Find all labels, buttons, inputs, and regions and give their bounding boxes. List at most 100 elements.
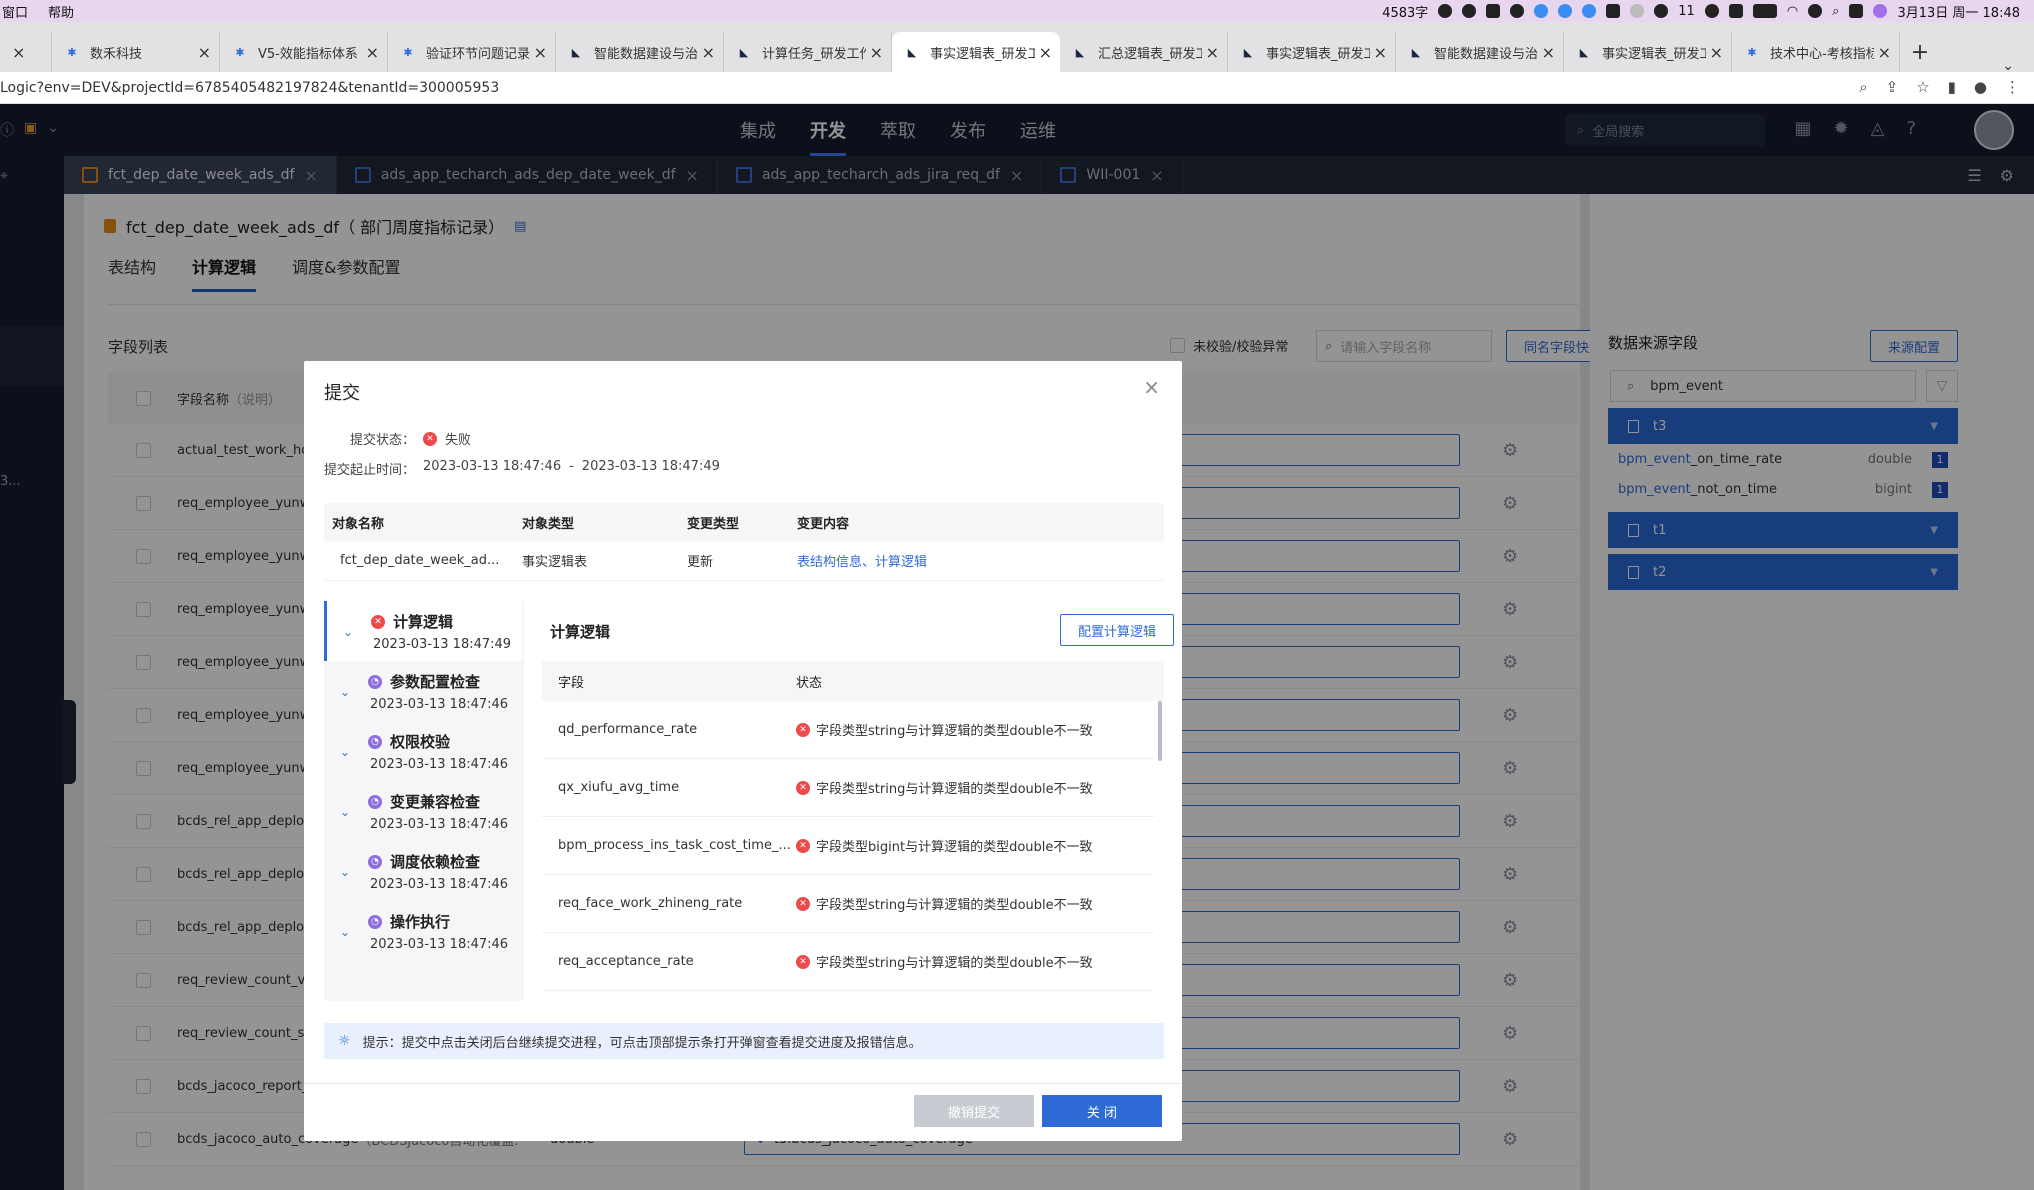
control-center-icon[interactable] [1849,4,1864,18]
new-tab-button[interactable]: + [1900,32,1940,72]
close-tab-icon[interactable]: × [1374,43,1387,62]
time-start: 2023-03-13 18:47:46 [423,459,562,474]
step-permission-check[interactable]: ⌄ ◔ 权限校验 2023-03-13 18:47:46 [324,721,522,781]
browser-tab[interactable]: ◣ 事实逻辑表_研发工 × [1228,32,1396,72]
browser-tab[interactable]: ✱ 验证环节问题记录 × [388,32,556,72]
object-table: 对象名称 对象类型 变更类型 变更内容 fct_dep_date_week_ad… [324,503,1164,581]
clock: 3月13日 周一 18:48 [1897,5,2020,21]
change-type: 更新 [687,555,714,570]
url-text[interactable]: Logic?env=DEV&projectId=6785405482197824… [0,80,499,96]
close-tab-icon[interactable]: × [1206,43,1219,62]
search-icon[interactable]: ⌕ [1832,4,1839,19]
chevron-down-icon: ⌄ [340,925,351,939]
status-icon[interactable] [1510,4,1525,18]
close-tab-icon[interactable]: × [198,43,211,62]
error-icon: ✕ [371,614,385,629]
profile-icon[interactable]: ● [1974,78,1987,96]
object-type: 事实逻辑表 [522,555,588,570]
close-tab-icon[interactable]: × [534,43,547,62]
favicon-icon: ✱ [403,45,413,59]
browser-tab[interactable]: × [0,32,52,72]
close-tab-icon[interactable]: × [1039,43,1052,62]
dingtalk-icon[interactable] [1534,4,1549,18]
clock-icon: ◔ [368,734,382,749]
close-tab-icon[interactable]: × [1878,43,1891,62]
browser-tab-active[interactable]: ◣ 事实逻辑表_研发工 × [892,32,1060,72]
browser-tab[interactable]: ◣ 计算任务_研发工作 × [724,32,892,72]
close-tab-icon[interactable]: × [870,43,883,62]
step-execute[interactable]: ⌄ ◔ 操作执行 2023-03-13 18:47:46 [324,901,522,961]
status-icon[interactable] [1654,4,1669,18]
browser-tab[interactable]: ✱ 数禾科技 × [52,32,220,72]
step-calc-logic[interactable]: ⌄ ✕ 计算逻辑 2023-03-13 18:47:49 [324,601,522,661]
os-menubar: 窗口 帮助 4583字 11 ◠ ⌕ 3月13日 周一 18:48 [0,0,2034,22]
close-tab-icon[interactable]: × [12,43,25,62]
config-logic-button[interactable]: 配置计算逻辑 [1060,614,1174,646]
share-icon[interactable]: ⇪ [1886,78,1899,96]
submit-dialog: 提交 × 提交状态： ✕ 失败 提交起止时间： 2023-03-13 18:47… [304,361,1182,1141]
favicon-icon: ◣ [907,45,917,59]
status-value: 失败 [445,433,472,448]
calc-logic-detail: 计算逻辑 配置计算逻辑 字段 状态 qd_performance_rate ✕ 字段… [542,601,1174,1001]
object-name: fct_dep_date_week_ad... [340,553,500,568]
favicon-icon: ◣ [571,45,581,59]
error-icon: ✕ [796,722,810,737]
browser-tab[interactable]: ✱ V5-效能指标体系 × [220,32,388,72]
user-icon[interactable] [1808,4,1823,18]
word-count: 4583字 [1382,5,1429,21]
notification-count[interactable]: 11 [1678,4,1695,19]
scrollbar[interactable] [1158,701,1162,761]
battery-icon[interactable] [1752,4,1777,18]
divider [304,1083,1182,1084]
table-row: qd_performance_rate ✕ 字段类型string与计算逻辑的类型do… [542,701,1154,759]
dialog-title: 提交 [324,383,360,404]
browser-tab[interactable]: ◣ 智能数据建设与治 × [556,32,724,72]
time-end: 2023-03-13 18:47:49 [581,459,720,474]
close-tab-icon[interactable]: × [366,43,379,62]
error-icon: ✕ [796,896,810,911]
status-icon[interactable] [1606,4,1621,18]
error-icon: ✕ [796,780,810,795]
close-icon[interactable]: × [1143,375,1160,399]
close-tab-icon[interactable]: × [702,43,715,62]
zoom-icon[interactable]: ⌕ [1859,78,1867,96]
close-button[interactable]: 关 闭 [1042,1095,1162,1127]
status-icon[interactable] [1630,4,1645,18]
favicon-icon: ◣ [1579,45,1589,59]
shield-icon[interactable] [1582,4,1597,18]
clock-icon: ◔ [368,854,382,869]
status-icon[interactable] [1704,4,1719,18]
logic-rows[interactable]: qd_performance_rate ✕ 字段类型string与计算逻辑的类型do… [542,701,1154,993]
wifi-icon[interactable]: ◠ [1787,4,1798,19]
step-param-check[interactable]: ⌄ ◔ 参数配置检查 2023-03-13 18:47:46 [324,661,522,721]
sidebar-icon[interactable]: ▮ [1948,78,1956,96]
tip-text: 提示：提交中点击关闭后台继续提交进程，可点击顶部提示条打开弹窗查看提交进度及报错… [362,1035,922,1051]
revoke-submit-button[interactable]: 撤销提交 [914,1095,1034,1127]
mic-icon[interactable] [1462,4,1477,18]
status-icon[interactable] [1728,4,1743,18]
input-method-icon[interactable] [1486,4,1501,18]
status-icon[interactable] [1438,4,1453,18]
table-row: qx_xiufu_avg_time ✕ 字段类型string与计算逻辑的类型doub… [542,759,1154,817]
favicon-icon: ◣ [1075,45,1085,59]
favicon-icon: ✱ [1747,45,1757,59]
change-content-link[interactable]: 表结构信息、计算逻辑 [797,551,927,570]
menu-window[interactable]: 窗口 [2,2,28,21]
table-row: req_acceptance_rate ✕ 字段类型string与计算逻辑的类型do… [542,933,1154,991]
browser-tab[interactable]: ◣ 事实逻辑表_研发工 × [1564,32,1732,72]
more-menu-icon[interactable]: ⋮ [2005,78,2020,96]
siri-icon[interactable] [1873,4,1888,18]
bookmark-star-icon[interactable]: ☆ [1916,78,1929,96]
close-tab-icon[interactable]: × [1542,43,1555,62]
step-compat-check[interactable]: ⌄ ◔ 变更兼容检查 2023-03-13 18:47:46 [324,781,522,841]
status-icon[interactable] [1558,4,1573,18]
step-dependency-check[interactable]: ⌄ ◔ 调度依赖检查 2023-03-13 18:47:46 [324,841,522,901]
browser-tab[interactable]: ✱ 技术中心-考核指标 × [1732,32,1900,72]
menu-help[interactable]: 帮助 [48,2,74,21]
browser-tab[interactable]: ◣ 汇总逻辑表_研发工 × [1060,32,1228,72]
browser-tab[interactable]: ◣ 智能数据建设与治 × [1396,32,1564,72]
table-row: bpm_process_ins_task_cost_time_... ✕ 字段类型b… [542,817,1154,875]
close-tab-icon[interactable]: × [1710,43,1723,62]
favicon-icon: ◣ [1243,45,1253,59]
address-bar[interactable]: Logic?env=DEV&projectId=6785405482197824… [0,72,2034,104]
